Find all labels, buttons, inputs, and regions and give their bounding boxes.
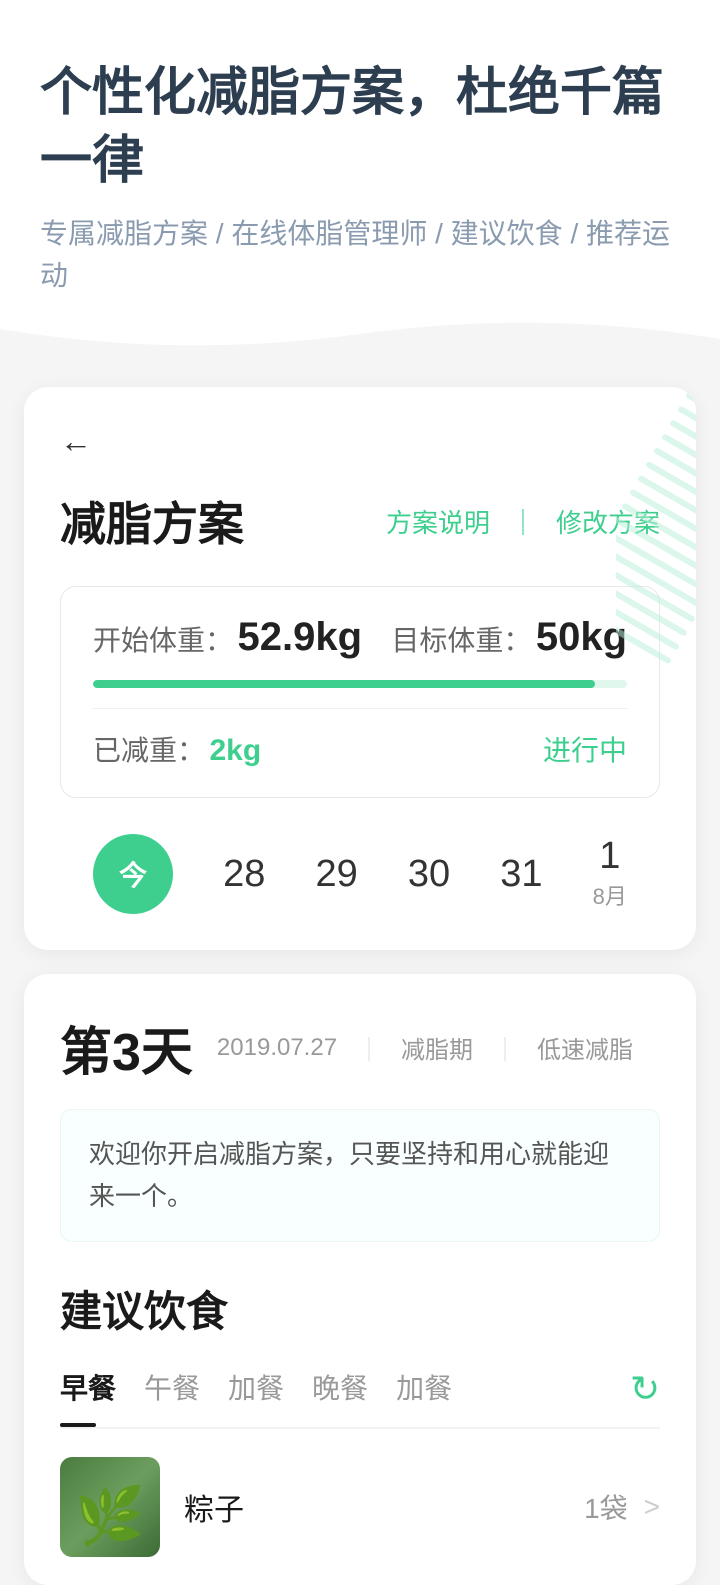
stripe-lines <box>616 387 696 770</box>
card-decoration <box>616 387 696 950</box>
meal-image-inner: 🌿 <box>60 1457 160 1557</box>
card-header: 减脂方案 方案说明 ｜ 修改方案 <box>60 488 660 554</box>
plan-card: ← 减脂方案 方案说明 ｜ 修改方案 开始体重： 52.9kg 目标体重： 50… <box>24 387 696 950</box>
back-button[interactable]: ← <box>60 423 92 460</box>
calendar-day-29[interactable]: 29 <box>316 855 358 893</box>
welcome-message: 欢迎你开启减脂方案，只要坚持和用心就能迎来一个。 <box>60 1109 660 1242</box>
progress-bar-fill <box>93 680 595 688</box>
explain-button[interactable]: 方案说明 <box>386 503 490 540</box>
day-label-29: 29 <box>316 855 358 893</box>
weight-section-divider <box>93 708 627 709</box>
tab-snack1[interactable]: 加餐 <box>228 1367 312 1427</box>
meal-info: 粽子 <box>184 1485 560 1529</box>
tab-dinner[interactable]: 晚餐 <box>312 1367 396 1427</box>
weight-bottom-row: 已减重： 2kg 进行中 <box>93 729 627 769</box>
food-icon: 🌿 <box>75 1483 145 1549</box>
tab-breakfast[interactable]: 早餐 <box>60 1367 144 1427</box>
start-weight-label: 开始体重： <box>93 625 233 656</box>
calendar-day-30[interactable]: 30 <box>408 855 450 893</box>
meta-separator: ｜ <box>357 1030 381 1065</box>
header-wave-decoration <box>0 309 720 359</box>
start-weight: 开始体重： 52.9kg <box>93 615 362 660</box>
day-date: 2019.07.27 <box>217 1034 337 1062</box>
header-section: 个性化减脂方案，杜绝千篇一律 专属减脂方案 / 在线体脂管理师 / 建议饮食 /… <box>0 0 720 357</box>
meal-tabs: 早餐 午餐 加餐 晚餐 加餐 ↻ <box>60 1367 660 1428</box>
tab-snack2[interactable]: 加餐 <box>396 1367 480 1427</box>
today-button[interactable]: 今 <box>93 834 173 914</box>
lost-weight-value: 2kg <box>209 734 261 767</box>
target-weight: 目标体重： 50kg <box>391 615 627 660</box>
day-label-31: 31 <box>500 855 542 893</box>
day-type: 低速减脂 <box>537 1030 633 1065</box>
meal-name: 粽子 <box>184 1494 244 1527</box>
start-weight-value: 52.9kg <box>237 615 362 659</box>
progress-bar-background <box>93 680 627 688</box>
calendar-today[interactable]: 今 <box>93 834 173 914</box>
meal-quantity: 1袋 <box>584 1487 628 1527</box>
action-divider: ｜ <box>510 503 536 540</box>
day-header: 第3天 2019.07.27 ｜ 减脂期 ｜ 低速减脂 <box>60 1010 660 1085</box>
meal-detail-arrow-icon[interactable]: > <box>644 1491 660 1523</box>
meal-item[interactable]: 🌿 粽子 1袋 > <box>60 1428 660 1585</box>
day-number: 第3天 <box>60 1010 193 1085</box>
target-weight-value: 50kg <box>536 615 627 659</box>
weight-info-box: 开始体重： 52.9kg 目标体重： 50kg 已减重： 2kg 进行中 <box>60 586 660 798</box>
lost-weight-info: 已减重： 2kg <box>93 729 261 769</box>
day-meta: 2019.07.27 ｜ 减脂期 ｜ 低速减脂 <box>217 1030 633 1065</box>
plan-status-badge: 进行中 <box>543 729 627 769</box>
back-arrow-icon: ← <box>60 423 92 460</box>
target-weight-label: 目标体重： <box>391 625 531 656</box>
refresh-button[interactable]: ↻ <box>630 1368 660 1426</box>
calendar-day-31[interactable]: 31 <box>500 855 542 893</box>
tab-lunch[interactable]: 午餐 <box>144 1367 228 1427</box>
plan-title: 减脂方案 <box>60 488 244 554</box>
page-title: 个性化减脂方案，杜绝千篇一律 <box>40 60 680 195</box>
lost-weight-label: 已减重： <box>93 735 205 766</box>
calendar-day-28[interactable]: 28 <box>223 855 265 893</box>
meal-quantity-row: 1袋 > <box>584 1487 660 1527</box>
calendar-row: 今 28 29 30 31 1 8月 <box>60 834 660 914</box>
weight-values-row: 开始体重： 52.9kg 目标体重： 50kg <box>93 615 627 660</box>
day-label-30: 30 <box>408 855 450 893</box>
meta-separator-2: ｜ <box>493 1030 517 1065</box>
meal-image: 🌿 <box>60 1457 160 1557</box>
day-label-28: 28 <box>223 855 265 893</box>
diet-section-title: 建议饮食 <box>60 1278 660 1339</box>
day-period: 减脂期 <box>401 1030 473 1065</box>
header-subtitle: 专属减脂方案 / 在线体脂管理师 / 建议饮食 / 推荐运动 <box>40 213 680 297</box>
